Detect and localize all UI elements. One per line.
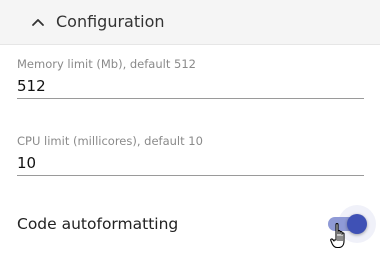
chevron-up-icon[interactable] — [31, 17, 45, 27]
configuration-panel: Configuration Memory limit (Mb), default… — [0, 0, 380, 260]
code-autoformatting-row: Code autoformatting — [17, 205, 376, 243]
cpu-limit-label: CPU limit (millicores), default 10 — [17, 134, 203, 148]
memory-limit-label: Memory limit (Mb), default 512 — [17, 57, 196, 71]
memory-limit-input[interactable] — [17, 73, 364, 99]
section-header[interactable]: Configuration — [0, 0, 380, 45]
toggle-knob[interactable] — [347, 214, 367, 234]
code-autoformatting-label: Code autoformatting — [17, 215, 179, 233]
section-title: Configuration — [56, 12, 165, 31]
hand-pointer-icon — [330, 223, 345, 249]
cpu-limit-input[interactable] — [17, 150, 364, 176]
